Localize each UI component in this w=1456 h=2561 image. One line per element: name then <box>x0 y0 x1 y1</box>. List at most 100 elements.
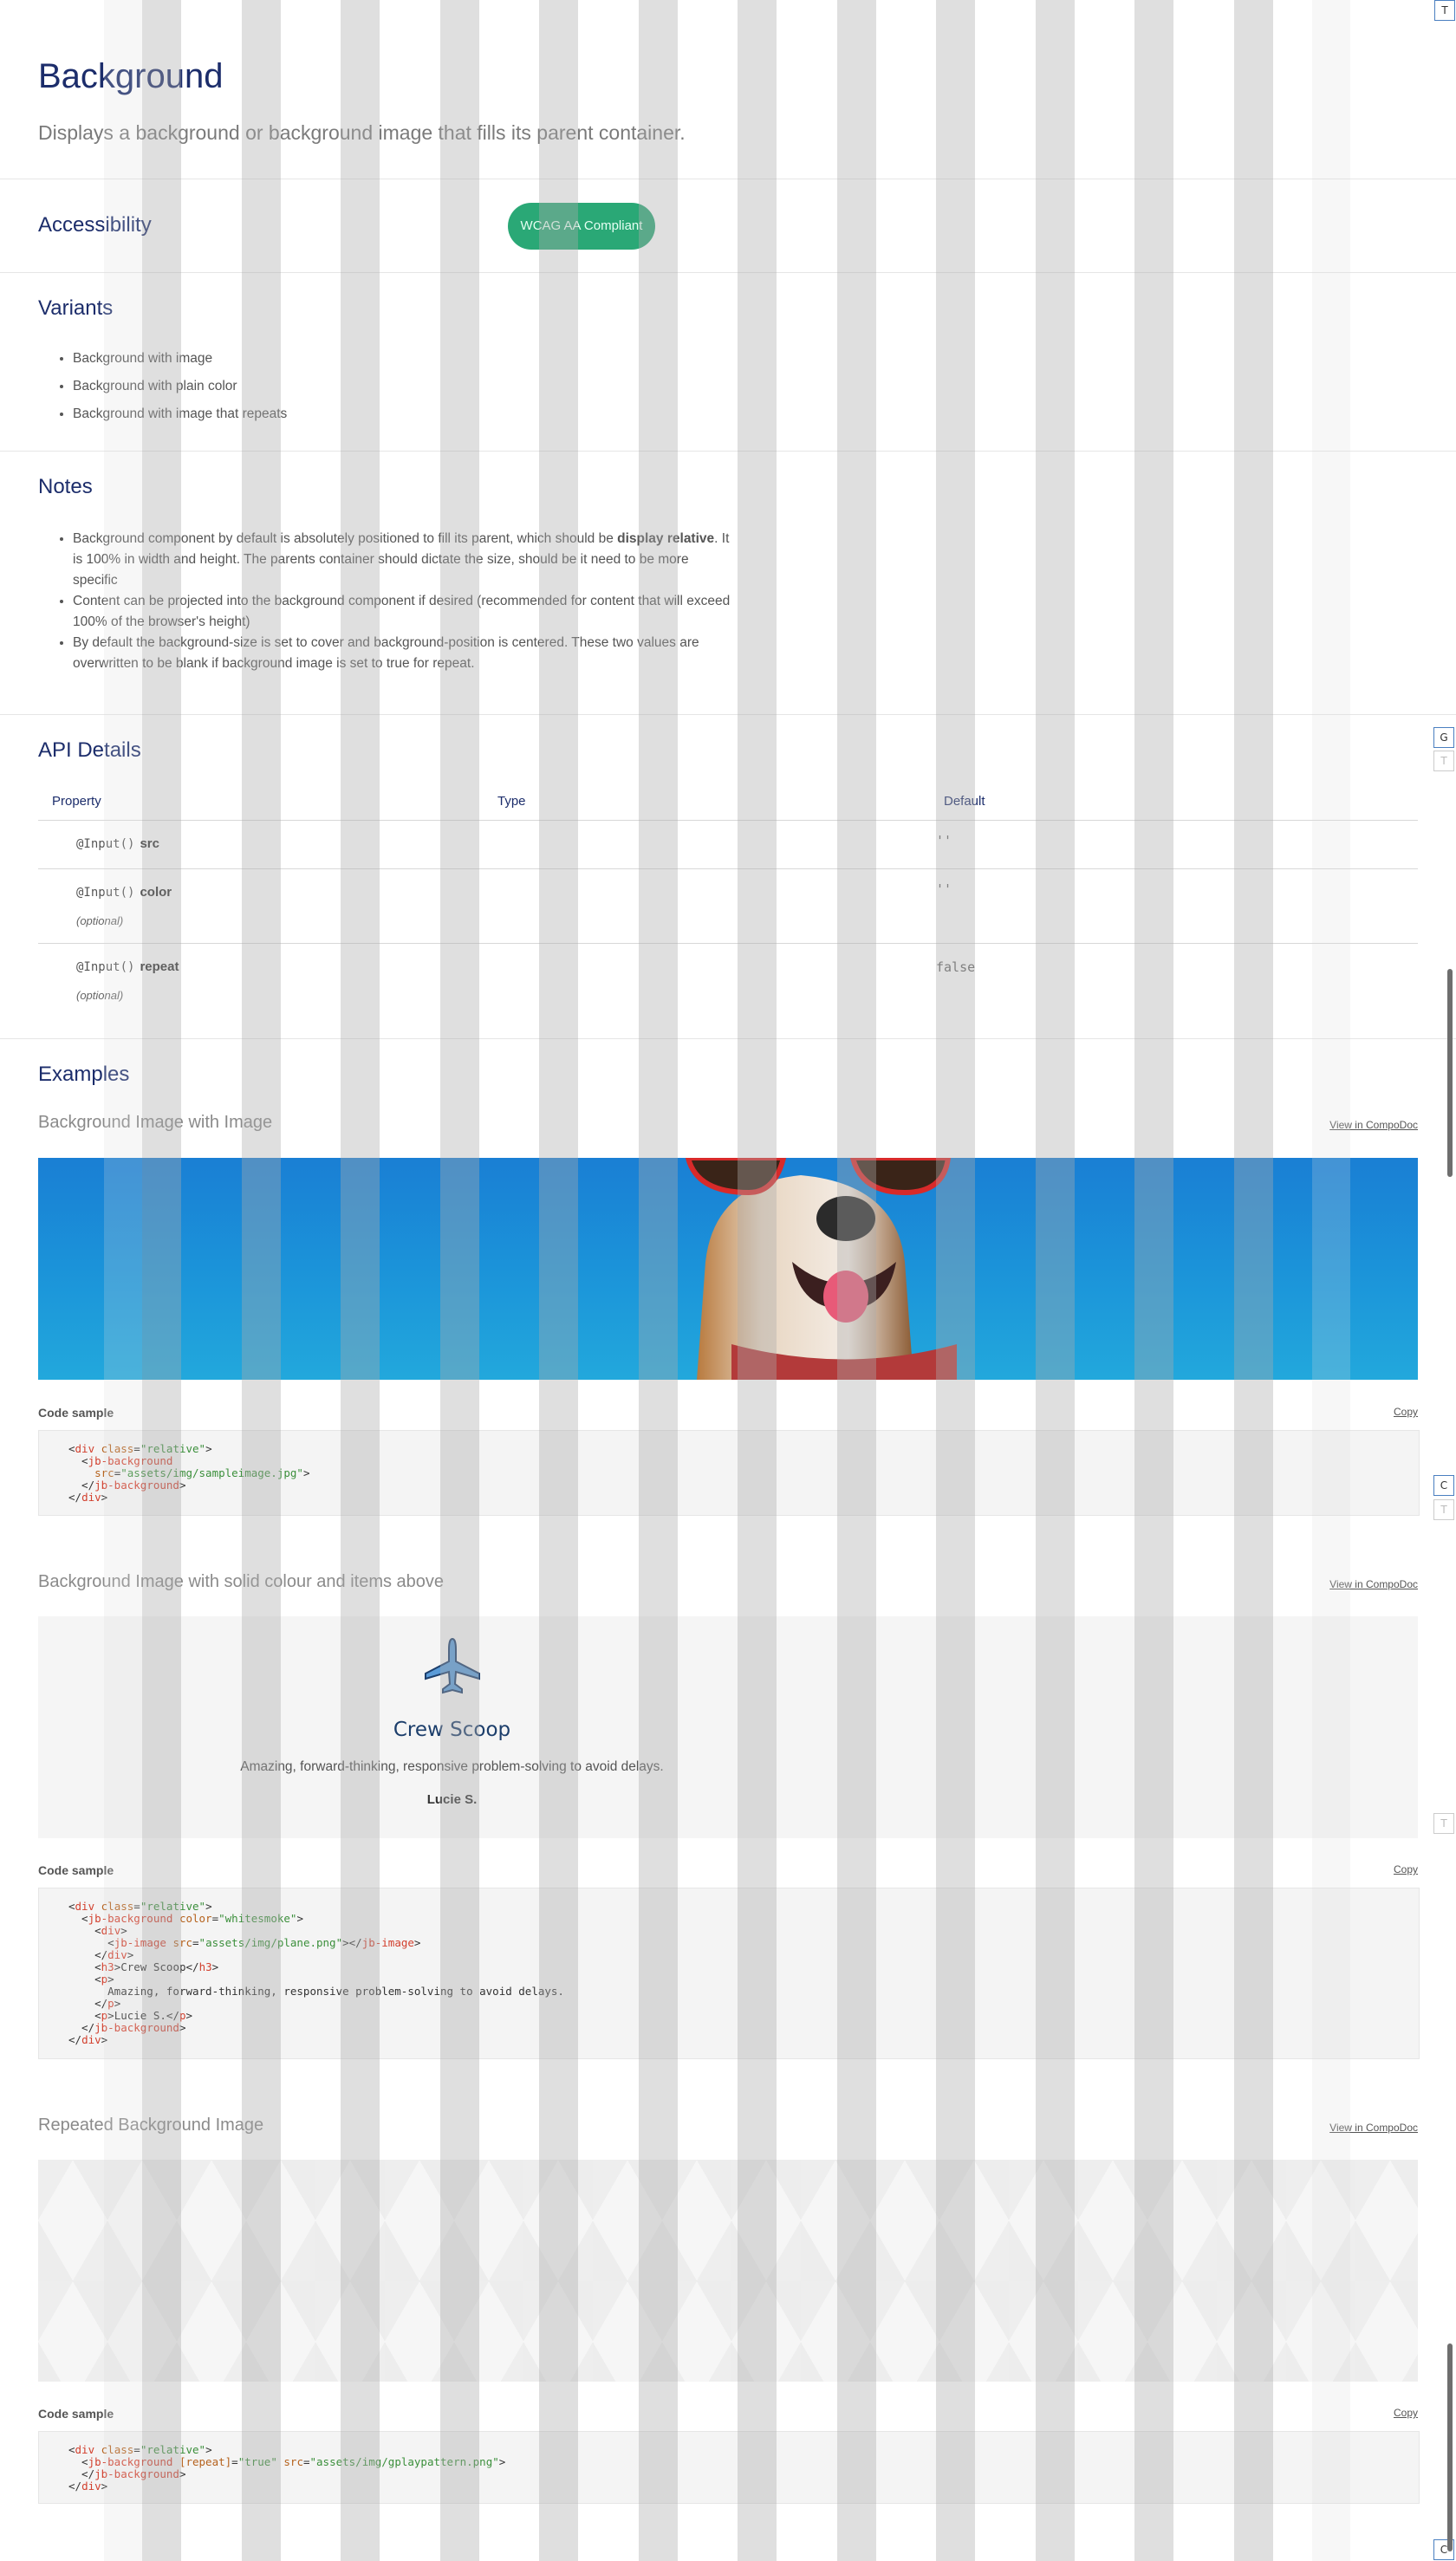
decorator: @Input() <box>76 886 135 900</box>
variants-heading: Variants <box>38 296 114 320</box>
list-item: Background with plain color <box>73 373 287 400</box>
code-token: div <box>101 1924 121 1937</box>
column-header-type: Type <box>497 794 526 809</box>
code-token: "relative" <box>140 1900 206 1913</box>
card-author: Lucie S. <box>426 1792 478 1807</box>
code-sample-label: Code sample <box>38 1406 114 1420</box>
dog-image <box>685 1158 957 1380</box>
code-token: "relative" <box>140 2443 206 2456</box>
code-token: div <box>81 2480 101 2493</box>
column-header-default: Default <box>944 794 985 809</box>
solid-colour-example: Crew Scoop Amazing, forward-thinking, re… <box>38 1616 1418 1838</box>
page-description: Displays a background or background imag… <box>38 121 686 144</box>
property-name: @Input() color <box>76 885 172 900</box>
repeated-background-example <box>38 2160 1418 2382</box>
api-heading: API Details <box>38 738 141 762</box>
code-token: jb-background <box>88 1912 173 1925</box>
variants-list: Background with image Background with pl… <box>73 345 287 428</box>
top-toggle-button[interactable]: T <box>1434 0 1455 21</box>
property-label: repeat <box>140 959 179 974</box>
code-token: div <box>81 1491 101 1504</box>
scrollbar-thumb[interactable] <box>1447 2343 1453 2551</box>
code-sample: <div class="relative"> <jb-background sr… <box>38 1430 1420 1516</box>
code-token: h3 <box>198 1960 212 1973</box>
view-compodoc-link[interactable]: View in CompoDoc <box>1329 1578 1418 1590</box>
code-token: div <box>107 1948 127 1961</box>
code-token: "relative" <box>140 1442 206 1455</box>
card-text: Amazing, forward-thinking, responsive pr… <box>240 1759 664 1774</box>
property-name: @Input() repeat <box>76 959 179 974</box>
property-label: src <box>140 836 159 851</box>
notes-heading: Notes <box>38 475 93 498</box>
column-header-property: Property <box>52 794 101 809</box>
note-bold: display relative <box>617 531 715 546</box>
list-item: Background with image <box>73 345 287 373</box>
copy-button[interactable]: Copy <box>1394 1406 1418 1418</box>
code-token: "assets/img/gplaypattern.png" <box>309 2455 499 2468</box>
page: Background Displays a background or back… <box>0 0 1456 2561</box>
code-token: div <box>75 1900 95 1913</box>
copy-button[interactable]: Copy <box>1394 2407 1418 2419</box>
optional-label: (optional) <box>76 989 124 1002</box>
code-token: div <box>75 2443 95 2456</box>
code-token: [repeat] <box>179 2455 232 2468</box>
code-token: jb-image <box>114 1936 166 1949</box>
code-token: p <box>107 1997 114 2010</box>
accessibility-heading: Accessibility <box>38 213 152 237</box>
code-token: jb-image <box>361 1936 414 1949</box>
property-name: @Input() src <box>76 836 159 851</box>
code-sample-label: Code sample <box>38 1863 114 1877</box>
optional-label: (optional) <box>76 914 124 927</box>
accessibility-section: Accessibility WCAG AA Compliant <box>0 179 1456 273</box>
default-value: '' <box>936 881 952 897</box>
default-value: false <box>936 959 976 975</box>
code-token: src <box>172 1936 193 1949</box>
code-token: div <box>75 1442 95 1455</box>
code-sample: <div class="relative"> <jb-background co… <box>38 1888 1420 2059</box>
code-token: p <box>101 1973 108 1986</box>
wcag-badge: WCAG AA Compliant <box>508 203 655 250</box>
plane-icon <box>425 1637 480 1694</box>
card-title: Crew Scoop <box>393 1719 511 1741</box>
code-token: div <box>81 2033 101 2046</box>
table-row: @Input() repeat (optional) false <box>38 944 1418 1017</box>
view-compodoc-link[interactable]: View in CompoDoc <box>1329 2122 1418 2134</box>
code-token: Crew Scoop <box>120 1960 186 1973</box>
code-token: color <box>179 1912 212 1925</box>
notes-list: Background component by default is absol… <box>73 529 731 674</box>
code-token: class <box>101 1900 134 1913</box>
code-sample-label: Code sample <box>38 2407 114 2421</box>
grid-toggle-button[interactable]: G <box>1433 727 1454 748</box>
copy-button[interactable]: Copy <box>1394 1863 1418 1875</box>
code-token: class <box>101 1442 134 1455</box>
variants-section: Variants Background with image Backgroun… <box>0 272 1456 452</box>
code-token: "true" <box>237 2455 277 2468</box>
background-image-example <box>38 1158 1418 1380</box>
code-token: Lucie S. <box>114 2009 166 2022</box>
table-row: @Input() color (optional) '' <box>38 869 1418 944</box>
code-token: "assets/img/plane.png" <box>198 1936 343 1949</box>
view-compodoc-link[interactable]: View in CompoDoc <box>1329 1119 1418 1131</box>
code-token: jb-background <box>88 2455 173 2468</box>
list-item: By default the background-size is set to… <box>73 633 731 674</box>
default-value: '' <box>936 833 952 848</box>
code-token: jb-background <box>94 1479 179 1492</box>
header-section: Background Displays a background or back… <box>0 0 1456 179</box>
code-token: "whitesmoke" <box>218 1912 297 1925</box>
scrollbar-thumb[interactable] <box>1447 969 1453 1177</box>
example-title: Repeated Background Image <box>38 2116 264 2135</box>
code-token: jb-background <box>94 2467 179 2480</box>
code-token: h3 <box>101 1960 114 1973</box>
code-token: p <box>179 2009 186 2022</box>
property-label: color <box>140 885 172 900</box>
text-toggle-button[interactable]: T <box>1433 751 1454 771</box>
code-token: src <box>283 2455 303 2468</box>
code-token: p <box>101 2009 108 2022</box>
list-item: Background with image that repeats <box>73 400 287 428</box>
table-row: @Input() src '' <box>38 821 1418 869</box>
code-token: jb-background <box>94 2021 179 2034</box>
text-toggle-button[interactable]: T <box>1433 1499 1454 1520</box>
text-toggle-button[interactable]: T <box>1433 1813 1454 1834</box>
contrast-toggle-button[interactable]: C <box>1433 1475 1454 1496</box>
decorator: @Input() <box>76 960 135 974</box>
